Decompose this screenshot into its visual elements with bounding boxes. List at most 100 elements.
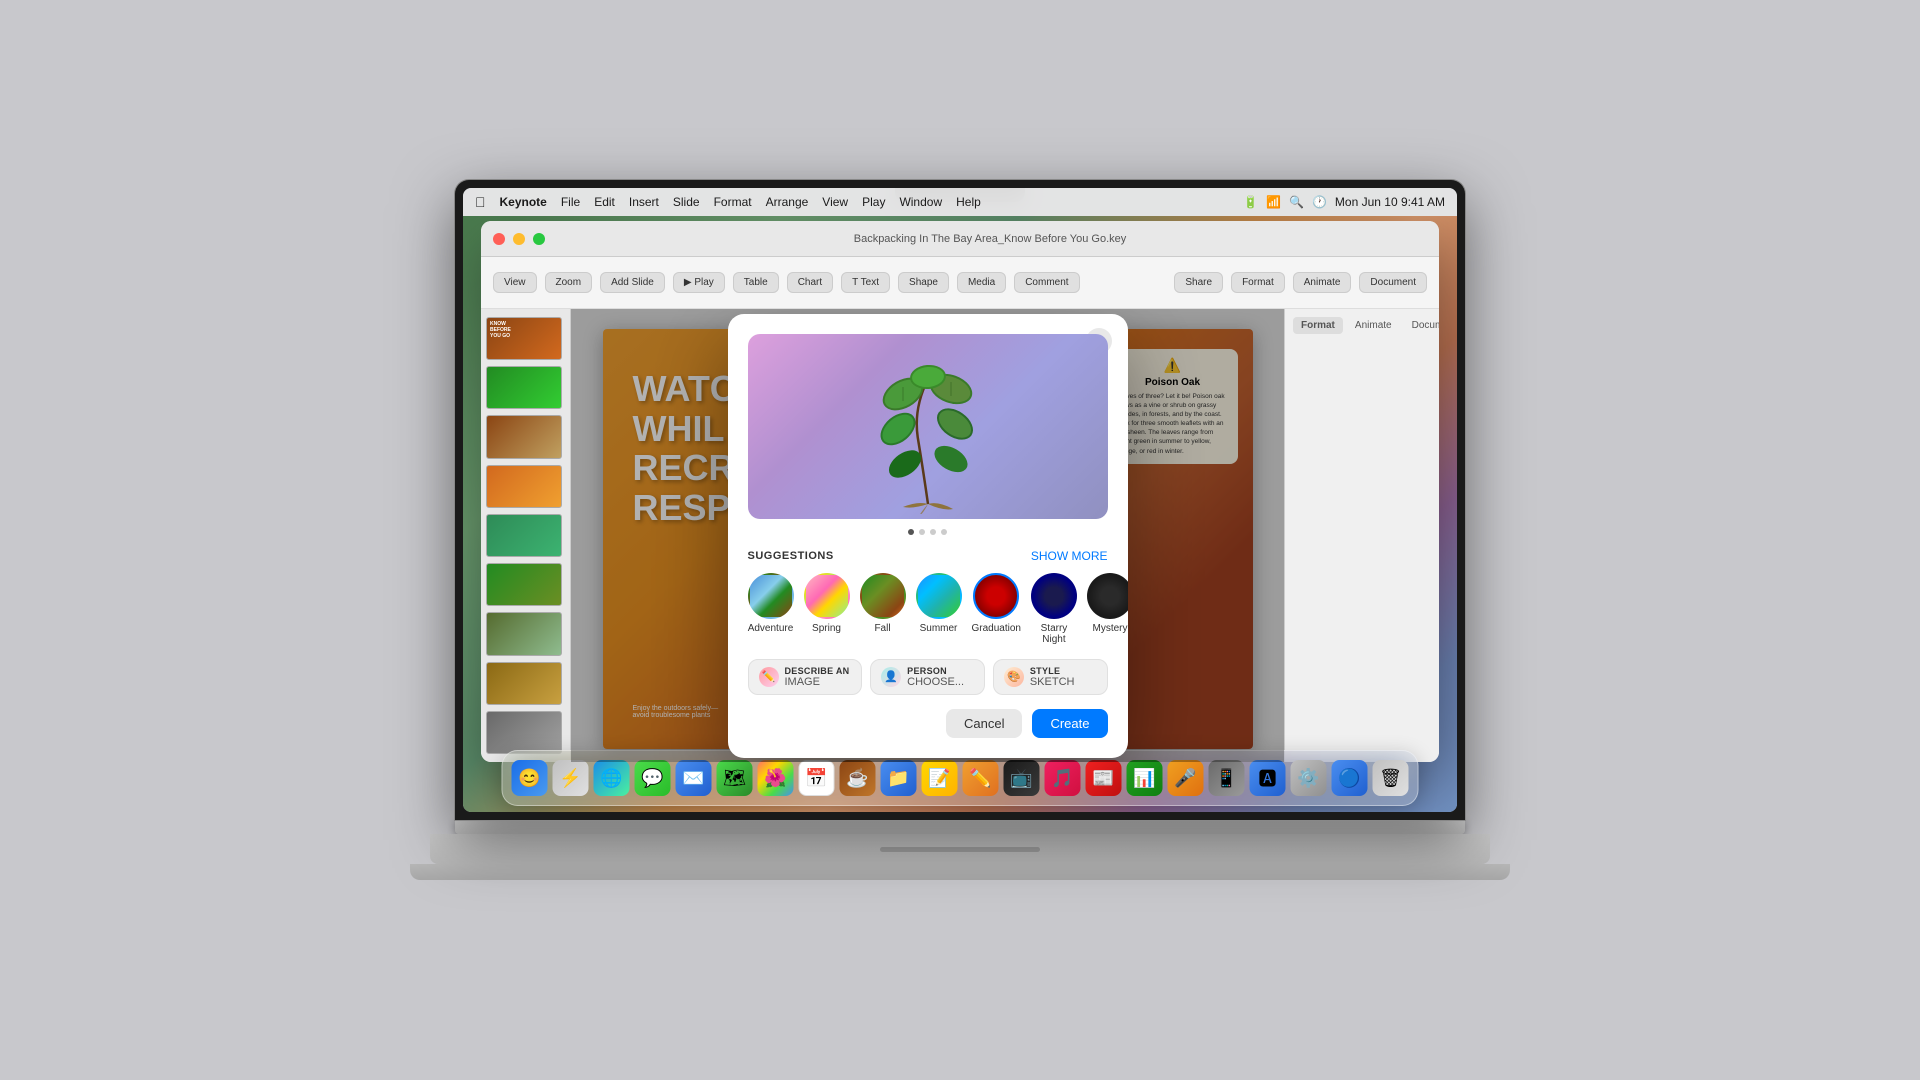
toolbar-comment[interactable]: Comment (1014, 272, 1079, 293)
dock-tv[interactable]: 📺 (1003, 759, 1041, 797)
dock-screentime[interactable]: 🔵 (1331, 759, 1369, 797)
menu-window[interactable]: Window (899, 195, 942, 209)
close-button[interactable] (493, 233, 505, 245)
toolbar-zoom[interactable]: Zoom (545, 272, 593, 293)
dock-app9[interactable]: ☕ (839, 759, 877, 797)
suggestion-fall[interactable]: Fall (860, 573, 906, 645)
menu-edit[interactable]: Edit (594, 195, 615, 209)
slide-thumb-8[interactable] (486, 662, 562, 705)
dialog-buttons: Cancel Create (748, 709, 1108, 738)
create-button[interactable]: Create (1032, 709, 1107, 738)
dock-maps[interactable]: 🗺 (716, 759, 754, 797)
toolbar-chart[interactable]: Chart (787, 272, 833, 293)
person-input[interactable]: 👤 PERSON CHOOSE... (870, 659, 985, 695)
describe-icon: ✏️ (759, 667, 779, 687)
toolbar-play[interactable]: ▶ Play (673, 272, 725, 293)
dock-music[interactable]: 🎵 (1044, 759, 1082, 797)
suggestion-spring[interactable]: Spring (804, 573, 850, 645)
slide-thumb-4[interactable] (486, 465, 562, 508)
toolbar-animate[interactable]: Animate (1293, 272, 1352, 293)
suggestion-summer[interactable]: Summer (916, 573, 962, 645)
dock-messages[interactable]: 💬 (634, 759, 672, 797)
dot-1[interactable] (908, 529, 914, 535)
style-icon: 🎨 (1004, 667, 1024, 687)
toolbar-share[interactable]: Share (1174, 272, 1223, 293)
slide-thumb-2[interactable] (486, 366, 562, 409)
menu-arrange[interactable]: Arrange (766, 195, 809, 209)
style-label-top: STYLE (1030, 666, 1075, 676)
suggestions-grid: Adventure Spring Fall (748, 573, 1108, 645)
macbook:  Keynote File Edit Insert Slide Format … (435, 180, 1485, 900)
search-icon[interactable]: 🔍 (1289, 195, 1304, 209)
suggestion-adventure[interactable]: Adventure (748, 573, 794, 645)
menu-view[interactable]: View (822, 195, 848, 209)
laptop-base (410, 864, 1510, 880)
dock-files[interactable]: 📁 (880, 759, 918, 797)
ai-image-dialog: ••• (728, 314, 1128, 758)
suggestion-mystery[interactable]: Mystery (1087, 573, 1128, 645)
dock-appstore[interactable]: 🅰 (1249, 759, 1287, 797)
app-menu-keynote[interactable]: Keynote (500, 195, 547, 209)
dock-news[interactable]: 📰 (1085, 759, 1123, 797)
slide-thumb-6[interactable] (486, 563, 562, 606)
dock-sketch[interactable]: ✏️ (962, 759, 1000, 797)
clock-icon: 🕐 (1312, 195, 1327, 209)
describe-label-bottom: IMAGE (785, 676, 850, 688)
toolbar-document[interactable]: Document (1359, 272, 1427, 293)
toolbar-media[interactable]: Media (957, 272, 1006, 293)
toolbar-format[interactable]: Format (1231, 272, 1285, 293)
menu-bar-left:  Keynote File Edit Insert Slide Format … (475, 194, 981, 210)
menu-insert[interactable]: Insert (629, 195, 659, 209)
format-tab-animate[interactable]: Animate (1347, 317, 1400, 334)
suggestion-label-summer: Summer (920, 623, 958, 634)
dock-photos[interactable]: 🌺 (757, 759, 795, 797)
style-input[interactable]: 🎨 STYLE SKETCH (993, 659, 1108, 695)
dot-4[interactable] (941, 529, 947, 535)
menu-file[interactable]: File (561, 195, 580, 209)
dock-safari[interactable]: 🌐 (593, 759, 631, 797)
format-tab-document[interactable]: Document (1404, 317, 1439, 334)
dock-calendar[interactable]: 📅 (798, 759, 836, 797)
dot-3[interactable] (930, 529, 936, 535)
slide-thumb-9[interactable] (486, 711, 562, 754)
dock-trash[interactable]: 🗑 (1372, 759, 1410, 797)
style-labels: STYLE SKETCH (1030, 666, 1075, 688)
toolbar-shape[interactable]: Shape (898, 272, 949, 293)
slide-thumb-3[interactable] (486, 415, 562, 458)
minimize-button[interactable] (513, 233, 525, 245)
apple-menu[interactable]:  (475, 194, 486, 210)
describe-image-input[interactable]: ✏️ DESCRIBE AN IMAGE (748, 659, 863, 695)
suggestion-graduation[interactable]: Graduation (972, 573, 1021, 645)
person-label-top: PERSON (907, 666, 964, 676)
slide-thumb-7[interactable] (486, 612, 562, 655)
format-tab-format[interactable]: Format (1293, 317, 1343, 334)
dock-launchpad[interactable]: ⚡ (552, 759, 590, 797)
dot-2[interactable] (919, 529, 925, 535)
toolbar-add-slide[interactable]: Add Slide (600, 272, 665, 293)
toolbar-table[interactable]: Table (733, 272, 779, 293)
dock-keynote[interactable]: 🎤 (1167, 759, 1205, 797)
style-label-bottom: SKETCH (1030, 676, 1075, 688)
slide-panel[interactable]: KNOWBEFOREYOU GO (481, 309, 571, 762)
slide-thumb-1[interactable]: KNOWBEFOREYOU GO (486, 317, 562, 360)
toolbar-text[interactable]: T Text (841, 272, 890, 293)
menu-play[interactable]: Play (862, 195, 885, 209)
dock-settings[interactable]: ⚙️ (1290, 759, 1328, 797)
suggestion-starry-night[interactable]: Starry Night (1031, 573, 1077, 645)
suggestions-header: SUGGESTIONS SHOW MORE (748, 549, 1108, 563)
menu-help[interactable]: Help (956, 195, 981, 209)
maximize-button[interactable] (533, 233, 545, 245)
menu-format[interactable]: Format (714, 195, 752, 209)
pagination-dots (748, 529, 1108, 535)
cancel-button[interactable]: Cancel (946, 709, 1022, 738)
dock-finder[interactable]: 😊 (511, 759, 549, 797)
slide-thumb-5[interactable] (486, 514, 562, 557)
dock-mirror[interactable]: 📱 (1208, 759, 1246, 797)
dock-notes[interactable]: 📝 (921, 759, 959, 797)
dock-mail[interactable]: ✉️ (675, 759, 713, 797)
menu-slide[interactable]: Slide (673, 195, 700, 209)
toolbar-view[interactable]: View (493, 272, 537, 293)
show-more-button[interactable]: SHOW MORE (1031, 549, 1108, 563)
dock-numbers[interactable]: 📊 (1126, 759, 1164, 797)
screen-chin (455, 820, 1465, 834)
